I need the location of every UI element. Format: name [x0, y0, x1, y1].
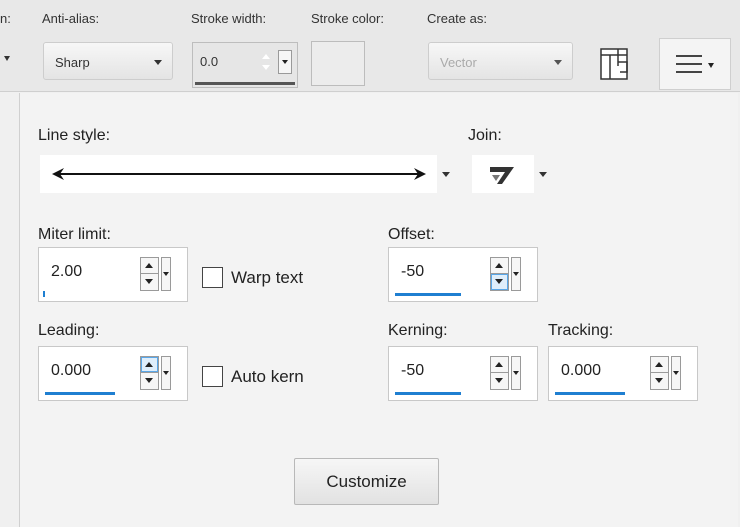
customize-button[interactable]: Customize — [294, 458, 439, 505]
chevron-down-icon — [282, 60, 288, 64]
tracking-spinner[interactable] — [650, 356, 669, 390]
kerning-underline — [395, 392, 461, 395]
miter-limit-label: Miter limit: — [38, 226, 111, 243]
kerning-label: Kerning: — [388, 322, 448, 339]
hamburger-menu-icon — [676, 55, 702, 73]
kerning-value: -50 — [401, 362, 425, 379]
leading-field[interactable]: 0.000 — [38, 346, 188, 401]
miter-limit-spinner[interactable] — [140, 257, 159, 291]
tracking-field[interactable]: 0.000 — [548, 346, 698, 401]
miter-limit-dropdown[interactable] — [161, 257, 171, 291]
create-as-value: Vector — [440, 55, 477, 70]
create-as-label: Create as: — [427, 11, 487, 26]
miter-limit-value: 2.00 — [51, 263, 83, 280]
spin-up-icon[interactable] — [141, 258, 158, 274]
tracking-label: Tracking: — [548, 322, 614, 339]
offset-underline — [395, 293, 461, 296]
spin-down-icon[interactable] — [262, 65, 270, 70]
stroke-color-label: Stroke color: — [311, 11, 384, 26]
anti-alias-dropdown[interactable]: Sharp — [43, 42, 173, 80]
miter-limit-field[interactable]: 2.00 — [38, 247, 188, 302]
leading-value: 0.000 — [51, 362, 92, 379]
spin-down-icon[interactable] — [491, 274, 508, 290]
text-cursor — [43, 291, 45, 297]
line-style-chevron-icon[interactable] — [442, 172, 450, 177]
chevron-down-icon — [554, 60, 562, 65]
more-options-menu-button[interactable] — [659, 38, 731, 90]
stroke-width-underline — [195, 82, 295, 85]
offset-field[interactable]: -50 — [388, 247, 538, 302]
join-label: Join: — [468, 127, 502, 144]
offset-spinner[interactable] — [490, 257, 509, 291]
stroke-width-spinner[interactable] — [258, 51, 274, 75]
line-style-label: Line style: — [38, 127, 111, 144]
spin-down-icon[interactable] — [651, 373, 668, 389]
spin-down-icon[interactable] — [141, 274, 158, 290]
cut-off-caret-icon[interactable] — [4, 56, 10, 61]
chevron-down-icon — [708, 63, 714, 68]
stroke-width-field[interactable]: 0.0 — [192, 42, 298, 88]
join-dropdown[interactable] — [472, 155, 534, 193]
leading-underline — [45, 392, 115, 395]
spin-up-icon[interactable] — [262, 54, 270, 59]
convert-to-path-icon — [600, 48, 628, 80]
kerning-dropdown[interactable] — [511, 356, 521, 390]
offset-value: -50 — [401, 263, 425, 280]
stroke-color-swatch[interactable] — [311, 41, 365, 86]
stroke-width-label: Stroke width: — [191, 11, 267, 26]
spin-up-icon[interactable] — [141, 357, 158, 373]
line-style-dropdown[interactable] — [40, 155, 437, 193]
tracking-value: 0.000 — [561, 362, 602, 379]
offset-dropdown[interactable] — [511, 257, 521, 291]
anti-alias-value: Sharp — [55, 55, 90, 70]
join-chevron-icon[interactable] — [539, 172, 547, 177]
anti-alias-label: Anti-alias: — [42, 11, 100, 26]
spin-up-icon[interactable] — [491, 258, 508, 274]
spin-down-icon[interactable] — [141, 373, 158, 389]
text-toolbar: n: Anti-alias: Sharp Stroke width: 0.0 S… — [0, 0, 740, 92]
spin-up-icon[interactable] — [651, 357, 668, 373]
chevron-down-icon — [154, 60, 162, 65]
double-arrow-line-icon — [52, 168, 426, 180]
spin-down-icon[interactable] — [491, 373, 508, 389]
kerning-spinner[interactable] — [490, 356, 509, 390]
cut-off-label: n: — [0, 11, 11, 26]
spin-up-icon[interactable] — [491, 357, 508, 373]
tracking-underline — [555, 392, 625, 395]
leading-dropdown[interactable] — [161, 356, 171, 390]
stroke-width-value: 0.0 — [200, 54, 219, 69]
auto-kern-checkbox[interactable] — [202, 366, 223, 387]
offset-label: Offset: — [388, 226, 435, 243]
convert-to-path-button[interactable] — [598, 46, 634, 82]
warp-text-label: Warp text — [231, 268, 304, 287]
leading-label: Leading: — [38, 322, 100, 339]
miter-join-icon — [490, 167, 514, 184]
leading-spinner[interactable] — [140, 356, 159, 390]
stroke-width-dropdown[interactable] — [278, 50, 292, 74]
auto-kern-label: Auto kern — [231, 367, 304, 386]
create-as-dropdown[interactable]: Vector — [428, 42, 573, 80]
kerning-field[interactable]: -50 — [388, 346, 538, 401]
tracking-dropdown[interactable] — [671, 356, 681, 390]
warp-text-checkbox[interactable] — [202, 267, 223, 288]
